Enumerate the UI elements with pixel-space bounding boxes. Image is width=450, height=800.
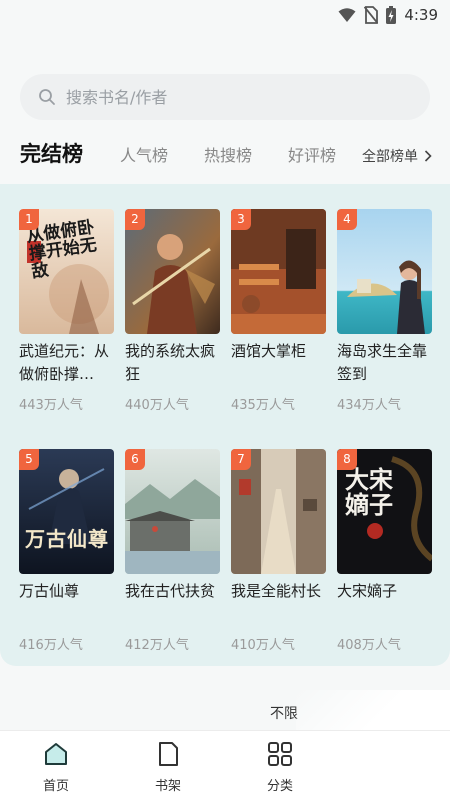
book-cover[interactable]: 大宋嫡子 8 xyxy=(337,449,432,574)
home-icon xyxy=(45,743,67,765)
book-cover[interactable]: 2 xyxy=(125,209,220,334)
wifi-icon xyxy=(338,8,356,22)
book-card[interactable]: 4 海岛求生全靠签到 434万人气 xyxy=(337,209,432,413)
book-title[interactable]: 我的系统太疯狂 xyxy=(125,340,220,386)
bottom-nav: 首页 书架 分类 xyxy=(0,730,450,800)
search-icon xyxy=(39,89,55,105)
book-popularity: 416万人气 xyxy=(19,638,83,653)
book-card[interactable]: 2 我的系统太疯狂 440万人气 xyxy=(125,209,220,413)
ranking-panel: 从做俯卧撑开始无敌 1 武道纪元：从做俯卧撑… 443万人气 2 我的系统太疯狂… xyxy=(0,184,450,666)
fade-overlay xyxy=(292,731,450,800)
promo-text: 不限 xyxy=(270,706,298,722)
tab-top-rated-rank[interactable]: 好评榜 xyxy=(288,142,336,166)
rank-badge: 6 xyxy=(125,449,145,470)
nav-bookshelf[interactable]: 书架 xyxy=(138,741,198,794)
nav-home[interactable]: 首页 xyxy=(26,741,86,794)
book-card[interactable]: 6 我在古代扶贫 412万人气 xyxy=(125,449,220,653)
tab-hot-search-rank[interactable]: 热搜榜 xyxy=(204,142,252,166)
bookshelf-icon xyxy=(159,742,178,766)
rank-badge: 2 xyxy=(125,209,145,230)
status-icons: 4:39 xyxy=(338,6,438,24)
rank-badge: 1 xyxy=(19,209,39,230)
book-popularity: 410万人气 xyxy=(231,638,295,653)
rank-badge: 7 xyxy=(231,449,251,470)
book-title[interactable]: 我在古代扶贫 xyxy=(125,580,220,626)
rank-badge: 4 xyxy=(337,209,357,230)
battery-charging-icon xyxy=(386,6,397,24)
book-popularity: 443万人气 xyxy=(19,398,83,413)
status-bar: 4:39 xyxy=(0,0,450,34)
all-rankings-label: 全部榜单 xyxy=(362,149,418,165)
book-title[interactable]: 我是全能村长 xyxy=(231,580,326,626)
book-popularity: 440万人气 xyxy=(125,398,189,413)
tab-completed-rank[interactable]: 完结榜 xyxy=(20,138,83,168)
book-popularity: 434万人气 xyxy=(337,398,401,413)
book-popularity: 408万人气 xyxy=(337,638,401,653)
book-cover[interactable]: 4 xyxy=(337,209,432,334)
book-card[interactable]: 3 酒馆大掌柜 435万人气 xyxy=(231,209,326,413)
book-popularity: 412万人气 xyxy=(125,638,189,653)
rank-badge: 8 xyxy=(337,449,357,470)
cover-title-text: 大宋嫡子 xyxy=(345,465,393,520)
book-card[interactable]: 7 我是全能村长 410万人气 xyxy=(231,449,326,653)
cover-title-text: 万古仙尊 xyxy=(25,527,109,551)
category-grid-icon xyxy=(268,742,292,766)
search-bar[interactable] xyxy=(20,74,430,120)
book-card[interactable]: 大宋嫡子 8 大宋嫡子 408万人气 xyxy=(337,449,432,653)
all-rankings-link[interactable]: 全部榜单 xyxy=(362,146,432,166)
book-title[interactable]: 酒馆大掌柜 xyxy=(231,340,326,386)
book-popularity: 435万人气 xyxy=(231,398,295,413)
cover-title-text: 从做俯卧撑开始无敌 xyxy=(25,217,98,282)
book-card[interactable]: 从做俯卧撑开始无敌 1 武道纪元：从做俯卧撑… 443万人气 xyxy=(19,209,114,413)
book-title[interactable]: 海岛求生全靠签到 xyxy=(337,340,432,386)
chevron-right-icon xyxy=(424,150,432,162)
no-sim-icon xyxy=(364,6,379,24)
book-title[interactable]: 大宋嫡子 xyxy=(337,580,432,626)
search-input[interactable] xyxy=(66,87,406,107)
book-title[interactable]: 武道纪元：从做俯卧撑… xyxy=(19,340,114,386)
tab-popular-rank[interactable]: 人气榜 xyxy=(120,142,168,166)
status-time: 4:39 xyxy=(404,6,438,24)
book-card[interactable]: 万古仙尊 5 万古仙尊 416万人气 xyxy=(19,449,114,653)
nav-home-label: 首页 xyxy=(42,779,69,794)
book-title[interactable]: 万古仙尊 xyxy=(19,580,114,626)
rank-badge: 3 xyxy=(231,209,251,230)
book-cover[interactable]: 从做俯卧撑开始无敌 1 xyxy=(19,209,114,334)
nav-bookshelf-label: 书架 xyxy=(154,779,181,794)
book-cover[interactable]: 6 xyxy=(125,449,220,574)
rank-tabs: 完结榜 人气榜 热搜榜 好评榜 全部榜单 xyxy=(0,134,450,178)
book-cover[interactable]: 万古仙尊 5 xyxy=(19,449,114,574)
rank-badge: 5 xyxy=(19,449,39,470)
book-cover[interactable]: 3 xyxy=(231,209,326,334)
book-cover[interactable]: 7 xyxy=(231,449,326,574)
